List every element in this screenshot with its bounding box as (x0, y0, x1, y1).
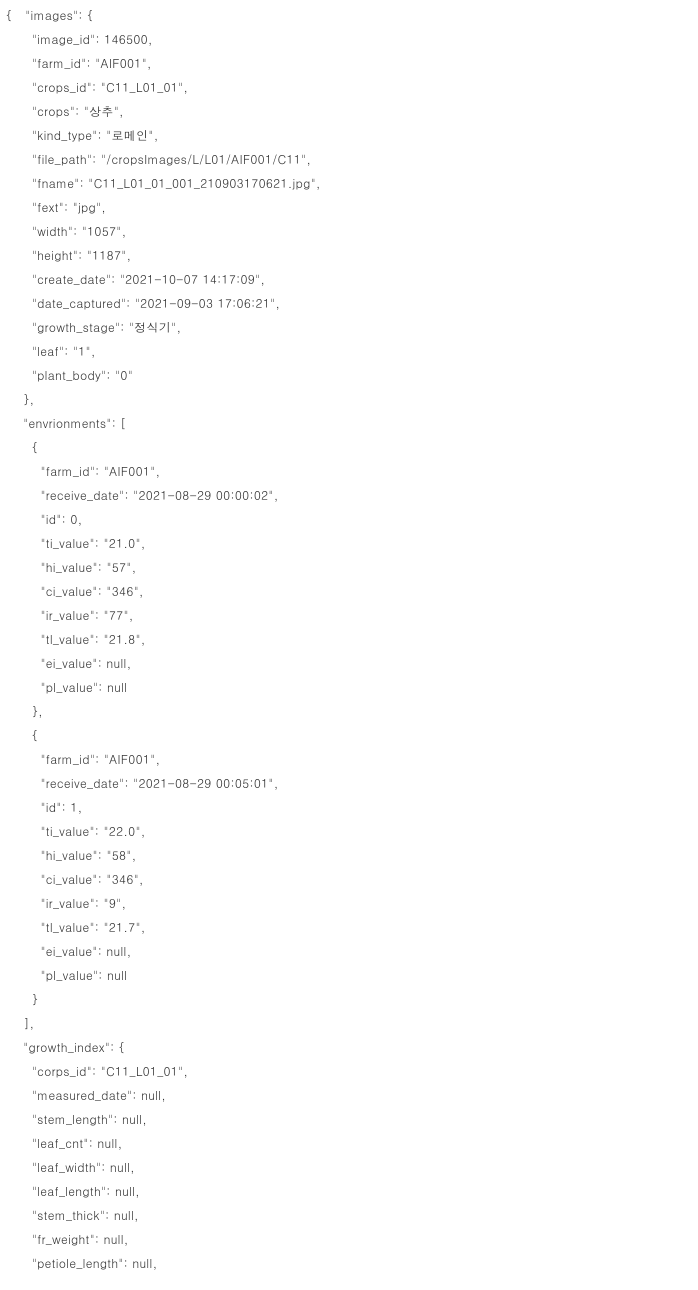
json-code-block: { "images": { "image_id": 146500, "farm_… (0, 0, 698, 1276)
